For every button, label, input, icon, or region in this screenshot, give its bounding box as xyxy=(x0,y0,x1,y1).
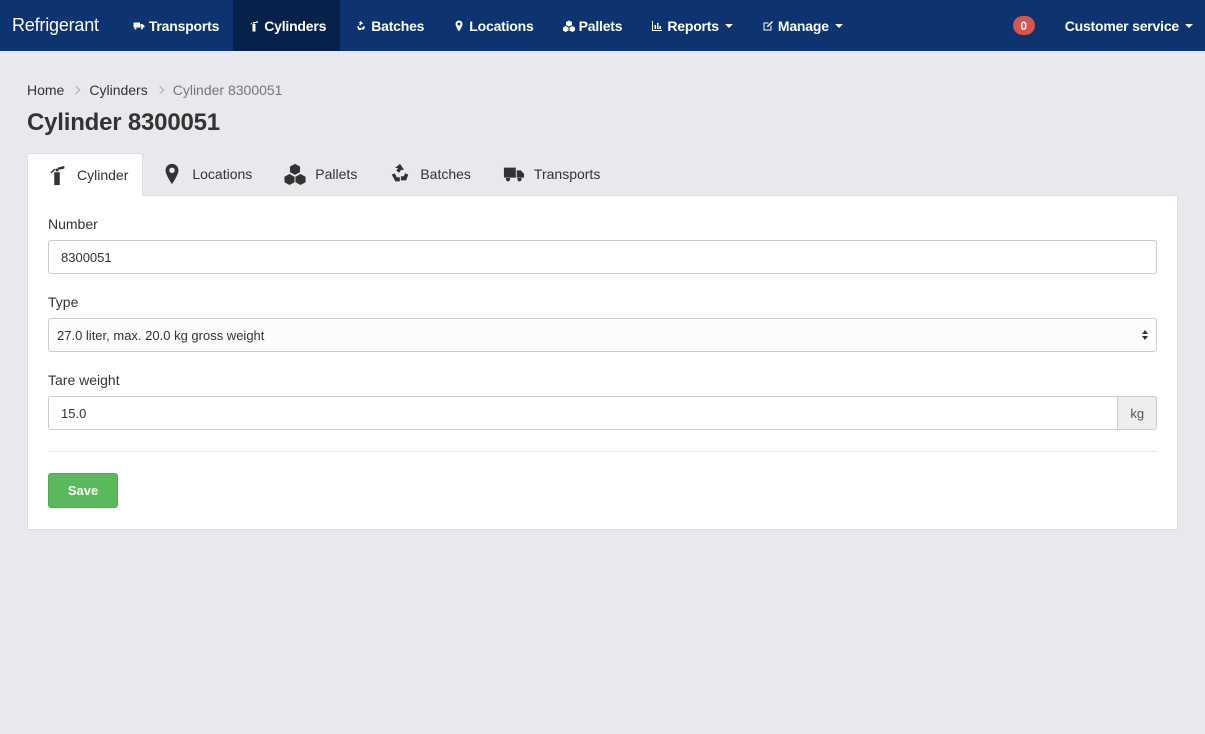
chevron-down-icon xyxy=(724,23,733,28)
chevron-down-icon xyxy=(1185,23,1193,28)
brand-logo[interactable]: Refrigerant xyxy=(0,0,111,51)
save-button[interactable]: Save xyxy=(48,473,118,508)
nav-item-reports[interactable]: Reports xyxy=(636,0,747,51)
tab-label: Pallets xyxy=(315,166,358,182)
nav-item-label: Cylinders xyxy=(264,17,327,34)
chevron-down-icon xyxy=(834,23,843,28)
tab-label: Locations xyxy=(192,166,253,182)
truck-icon xyxy=(502,163,526,185)
nav-item-manage[interactable]: Manage xyxy=(747,0,857,51)
tab-pallets[interactable]: Pallets xyxy=(266,153,371,195)
tab-bar: Cylinder Locations Pallets Batches Trans… xyxy=(27,153,1178,196)
tab-label: Batches xyxy=(420,166,471,182)
edit-icon xyxy=(762,20,774,32)
breadcrumb: Home Cylinders Cylinder 8300051 xyxy=(27,82,1178,98)
nav-item-label: Reports xyxy=(667,17,719,34)
bar-chart-icon xyxy=(651,20,663,32)
user-menu[interactable]: Customer service xyxy=(1049,0,1205,51)
nav-item-label: Locations xyxy=(469,17,534,34)
tab-label: Transports xyxy=(533,166,601,182)
chevron-right-icon xyxy=(155,85,164,95)
main-content: Home Cylinders Cylinder 8300051 Cylinder… xyxy=(0,82,1205,530)
number-input[interactable]: 8300051 xyxy=(48,240,1157,274)
tab-locations[interactable]: Locations xyxy=(143,153,266,195)
tare-weight-label: Tare weight xyxy=(48,372,120,388)
notifications[interactable]: 0 xyxy=(1012,0,1049,51)
fire-extinguisher-icon xyxy=(248,20,260,32)
navbar-right: 0 Customer service xyxy=(1012,0,1205,51)
breadcrumb-cylinders[interactable]: Cylinders xyxy=(89,82,147,98)
nav-item-label: Pallets xyxy=(578,17,623,34)
top-navbar: Refrigerant Transports Cylinders Batches… xyxy=(0,0,1205,51)
recycle-icon xyxy=(355,20,367,32)
nav-item-locations[interactable]: Locations xyxy=(438,0,547,51)
recycle-icon xyxy=(388,163,412,185)
breadcrumb-current: Cylinder 8300051 xyxy=(172,82,283,98)
tab-batches[interactable]: Batches xyxy=(371,153,485,195)
nav-item-transports[interactable]: Transports xyxy=(118,0,233,51)
fire-extinguisher-icon xyxy=(45,164,69,186)
type-group: Type 27.0 liter, max. 20.0 kg gross weig… xyxy=(48,294,1157,352)
cubes-icon xyxy=(283,163,307,185)
map-marker-icon xyxy=(453,20,465,32)
nav-item-batches[interactable]: Batches xyxy=(340,0,438,51)
number-group: Number 8300051 xyxy=(48,216,1157,274)
breadcrumb-home[interactable]: Home xyxy=(27,82,64,98)
nav-item-label: Batches xyxy=(371,17,425,34)
page-title: Cylinder 8300051 xyxy=(27,109,220,136)
cylinder-form-panel: Number 8300051 Type 27.0 liter, max. 20.… xyxy=(27,195,1178,530)
tare-weight-input[interactable]: 15.0 xyxy=(48,396,1119,430)
tab-label: Cylinder xyxy=(77,167,129,183)
nav-item-pallets[interactable]: Pallets xyxy=(548,0,637,51)
map-marker-icon xyxy=(160,163,184,185)
form-divider xyxy=(48,451,1157,452)
cubes-icon xyxy=(562,20,575,32)
truck-icon xyxy=(133,20,145,32)
user-menu-label: Customer service xyxy=(1064,17,1180,34)
tab-cylinder[interactable]: Cylinder xyxy=(27,153,144,196)
type-select-value: 27.0 liter, max. 20.0 kg gross weight xyxy=(57,327,265,343)
tab-transports[interactable]: Transports xyxy=(485,153,614,195)
tare-weight-group: Tare weight 15.0 kg xyxy=(48,372,1157,430)
type-label: Type xyxy=(48,294,79,310)
chevron-right-icon xyxy=(72,85,81,95)
number-label: Number xyxy=(48,216,98,232)
nav-item-cylinders[interactable]: Cylinders xyxy=(233,0,341,51)
notification-badge[interactable]: 0 xyxy=(1012,16,1035,35)
nav-item-label: Transports xyxy=(148,17,220,34)
tare-weight-input-group: 15.0 kg xyxy=(48,396,1157,430)
nav-item-label: Manage xyxy=(777,17,829,34)
select-arrows-icon xyxy=(1142,330,1148,340)
tare-weight-unit: kg xyxy=(1118,396,1157,430)
type-select[interactable]: 27.0 liter, max. 20.0 kg gross weight xyxy=(48,318,1157,352)
